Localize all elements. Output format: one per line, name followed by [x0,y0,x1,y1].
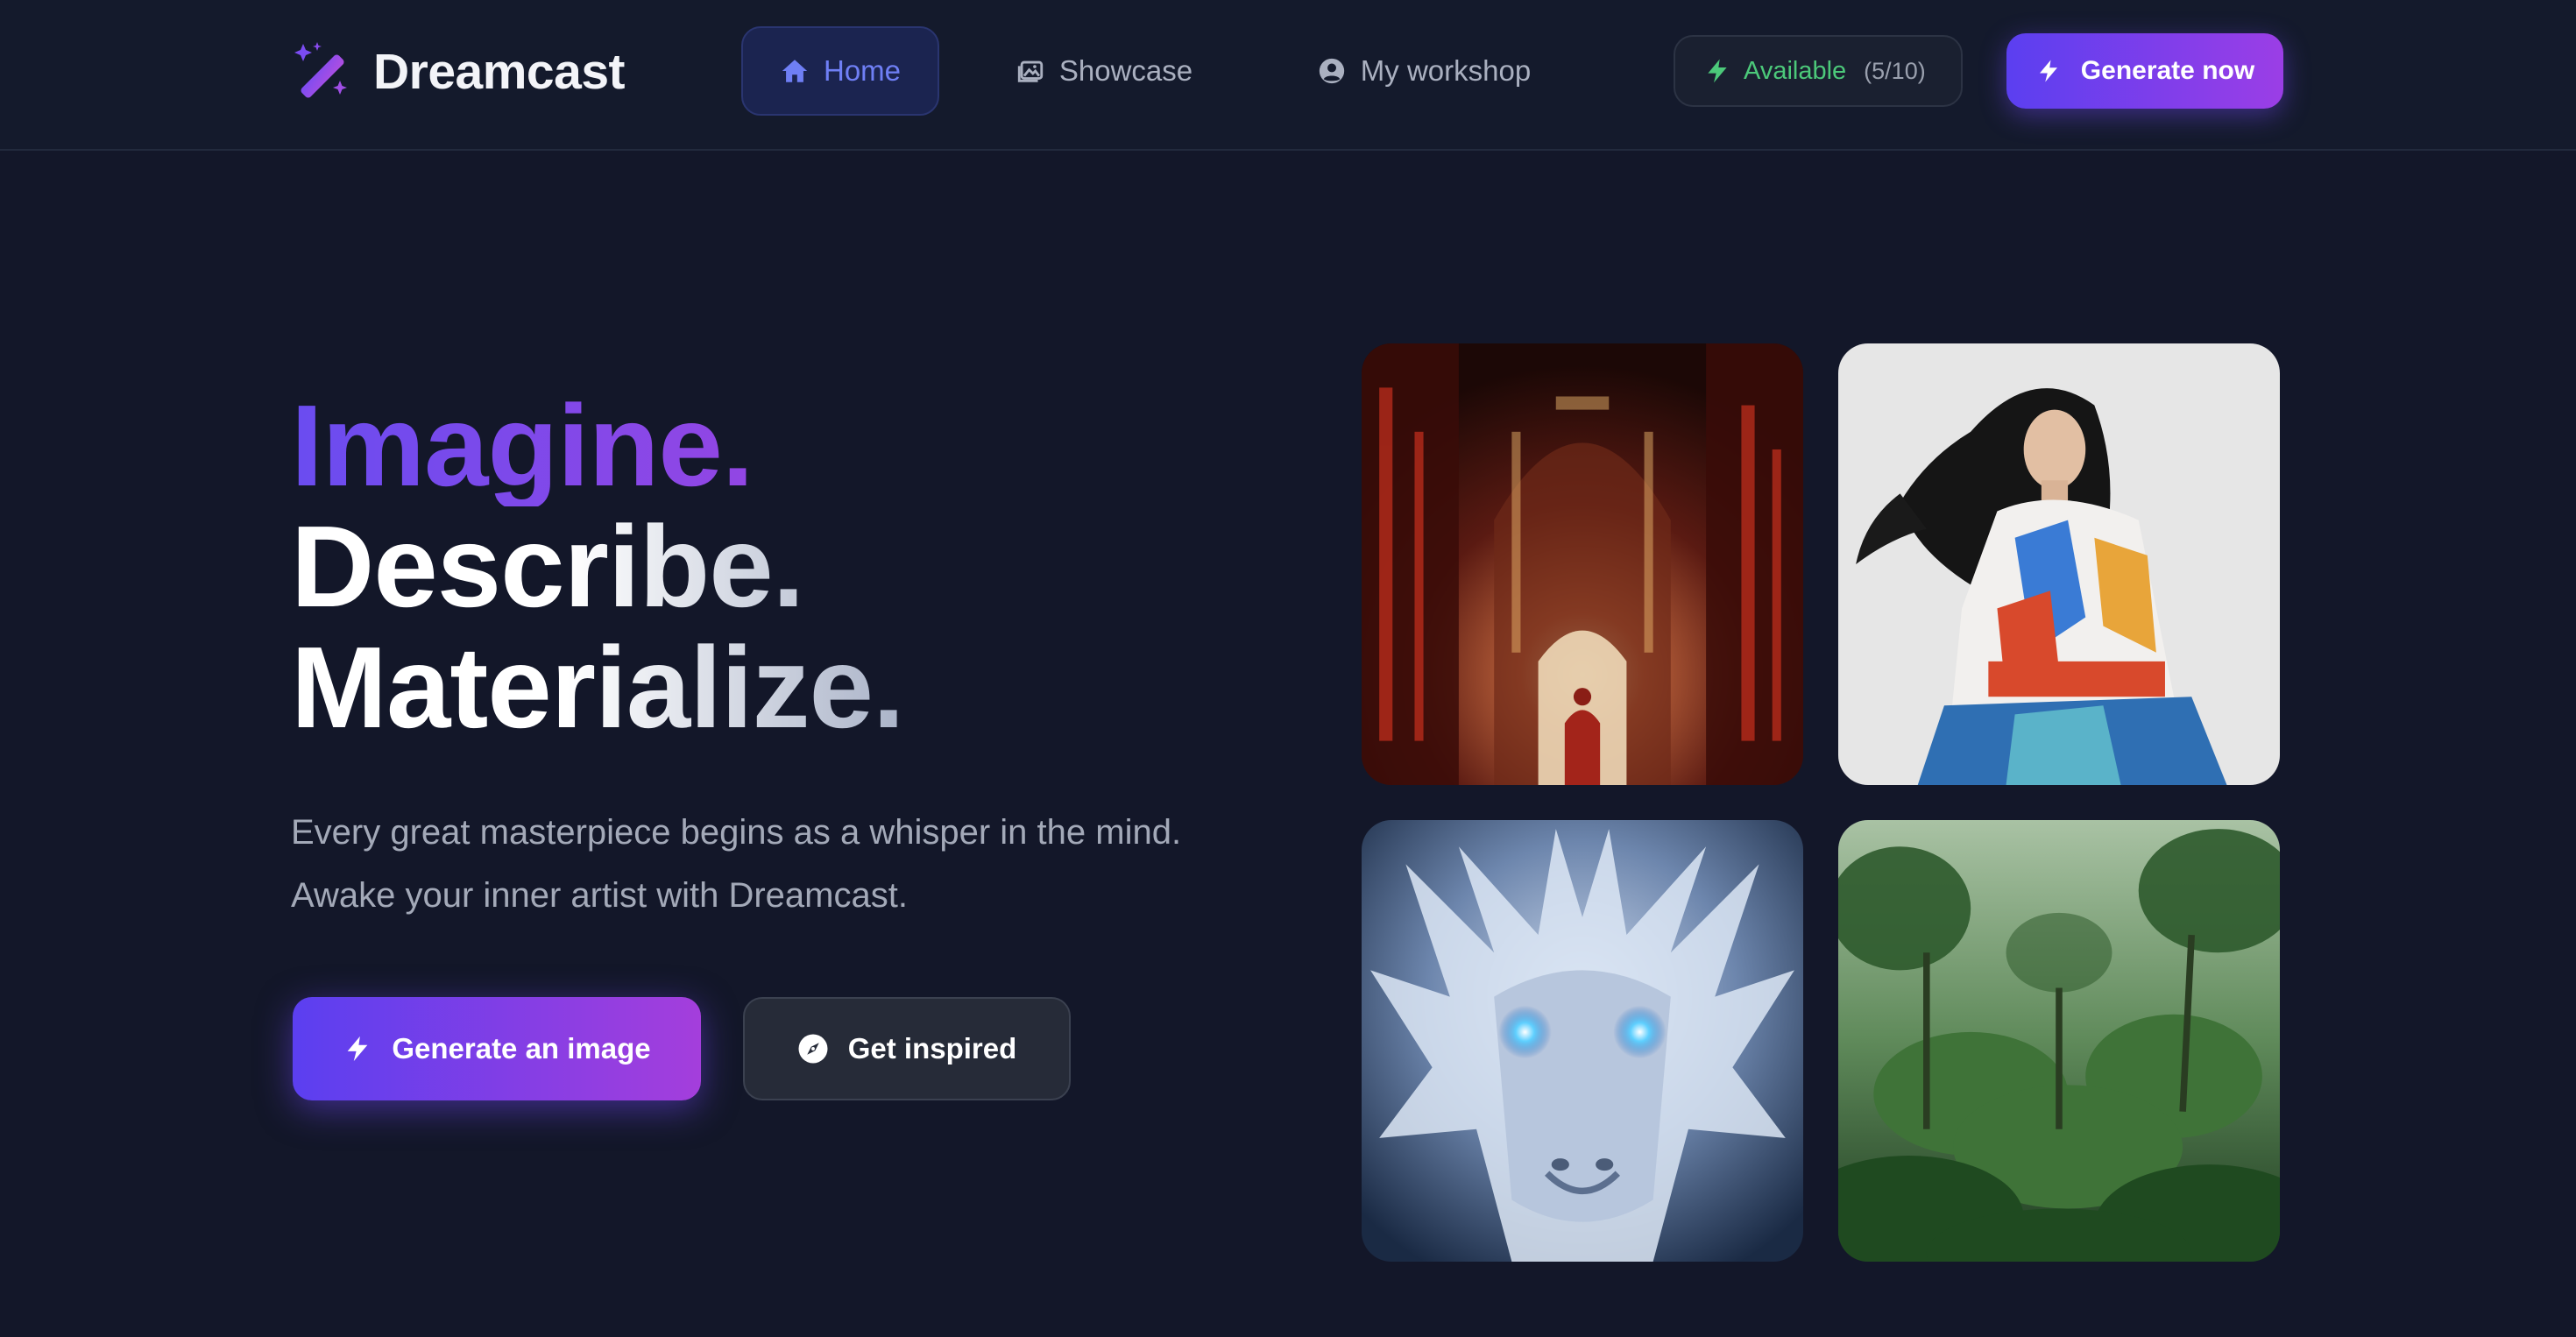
images-icon [1017,60,1044,82]
headline-line-1: Imagine. [291,386,904,506]
bolt-icon [2039,60,2057,82]
headline-line-3: Materialize. [291,623,905,752]
compass-icon [798,1034,828,1064]
bolt-icon [348,1036,368,1062]
nav-my-workshop-label: My workshop [1360,54,1532,87]
user-circle-icon [1319,58,1344,84]
brand-name: Dreamcast [373,44,626,100]
magic-wand-sparkles-icon [294,42,347,98]
headline-line-2: Describe. [291,506,904,627]
get-inspired-button[interactable]: Get inspired [743,997,1071,1100]
nav-home[interactable]: Home [741,26,939,116]
generate-image-button[interactable]: Generate an image [293,997,701,1100]
nav-showcase[interactable]: Showcase [999,26,1209,116]
hero-tagline: Every great masterpiece begins as a whis… [291,813,1182,915]
top-navbar: Dreamcast Home Showcase My workshop Avai… [0,0,2576,151]
generate-now-button[interactable]: Generate now [2006,33,2283,109]
nav-my-workshop[interactable]: My workshop [1297,26,1551,116]
gallery-image-cathedral[interactable] [1362,343,1803,785]
gallery-image-dragon[interactable] [1362,820,1803,1262]
availability-count: (5/10) [1864,57,1926,84]
gallery-image-jungle[interactable] [1838,820,2280,1262]
bolt-icon [1708,59,1727,83]
nav-showcase-label: Showcase [1058,54,1193,87]
availability-label: Available [1744,56,1847,85]
generate-image-label: Generate an image [392,1032,651,1065]
availability-badge: Available (5/10) [1674,35,1963,107]
get-inspired-label: Get inspired [847,1032,1017,1065]
gallery-image-fashion-portrait[interactable] [1838,343,2280,785]
home-icon [782,60,808,82]
nav-home-label: Home [823,54,902,87]
brand[interactable]: Dreamcast [291,39,626,105]
generate-now-label: Generate now [2080,56,2255,85]
hero-headline: Imagine. Describe. Materialize. [291,386,905,752]
